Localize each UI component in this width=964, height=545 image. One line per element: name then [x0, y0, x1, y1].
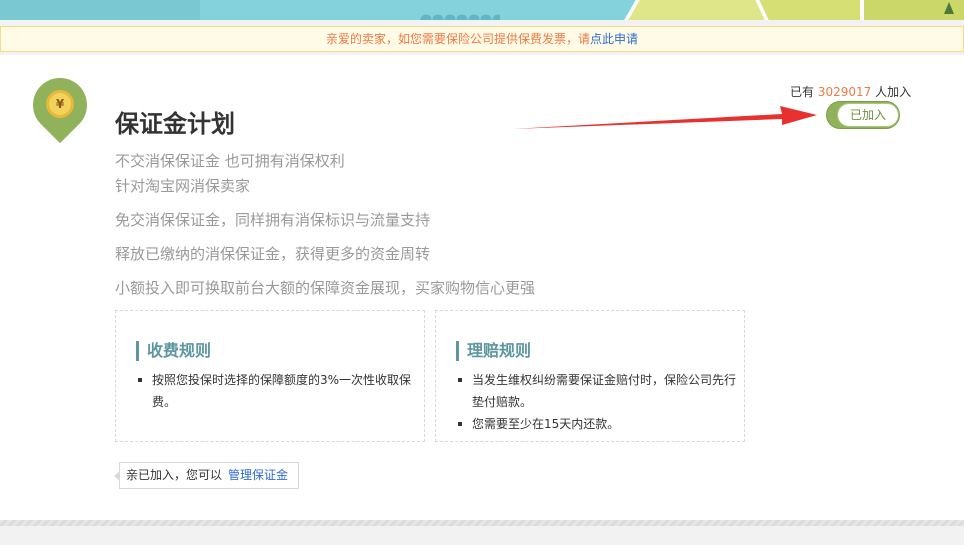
claim-rules-title: 理赔规则	[456, 341, 531, 361]
joined-prefix: 已有	[790, 85, 815, 99]
bottom-divider	[0, 520, 964, 526]
list-item: 按照您投保时选择的保障额度的3%一次性收取保费。	[136, 369, 416, 413]
plan-description-line: 不交消保保证金 也可拥有消保权利	[115, 152, 345, 170]
claim-rules-list: 当发生维权纠纷需要保证金赔付时，保险公司先行垫付赔款。 您需要至少在15天内还款…	[456, 369, 736, 435]
arrow-shape	[512, 106, 817, 129]
invoice-notice-bar: 亲爱的卖家，如您需要保险公司提供保费发票，请点此申请	[0, 26, 964, 52]
yuan-coin-icon: ¥	[46, 90, 74, 118]
plan-benefit-line: 小额投入即可换取前台大额的保障资金展现，买家购物信心更强	[115, 279, 536, 297]
top-banner-illustration	[0, 0, 964, 20]
joined-toggle[interactable]: 已加入	[826, 101, 900, 129]
manage-tip-text: 亲已加入，您可以	[126, 468, 223, 482]
invoice-notice-text: 亲爱的卖家，如您需要保险公司提供保费发票，请	[325, 32, 590, 46]
joined-count: 已有 3029017 人加入	[790, 83, 911, 100]
tree-icon	[944, 2, 954, 18]
manage-deposit-link[interactable]: 管理保证金	[228, 468, 288, 482]
plan-benefit-line: 释放已缴纳的消保保证金，获得更多的资金周转	[115, 245, 431, 263]
plan-description-line: 针对淘宝网消保卖家	[115, 177, 251, 195]
plan-benefit-line: 免交消保保证金，同样拥有消保标识与流量支持	[115, 211, 431, 229]
fee-rules-list: 按照您投保时选择的保障额度的3%一次性收取保费。	[136, 369, 416, 413]
claim-rules-box: 理赔规则 当发生维权纠纷需要保证金赔付时，保险公司先行垫付赔款。 您需要至少在1…	[435, 310, 745, 442]
deposit-plan-icon: ¥	[21, 66, 99, 144]
joined-toggle-label: 已加入	[837, 103, 899, 127]
page-title: 保证金计划	[115, 110, 235, 138]
joined-number: 3029017	[817, 85, 872, 99]
manage-deposit-tip: 亲已加入，您可以 管理保证金	[113, 462, 300, 489]
red-arrow-annotation	[512, 106, 817, 129]
fee-rules-title: 收费规则	[136, 341, 211, 361]
fee-rules-box: 收费规则 按照您投保时选择的保障额度的3%一次性收取保费。	[115, 310, 425, 442]
invoice-apply-link[interactable]: 点此申请	[590, 32, 638, 46]
list-item: 您需要至少在15天内还款。	[456, 413, 736, 435]
joined-suffix: 人加入	[875, 85, 912, 99]
list-item: 当发生维权纠纷需要保证金赔付时，保险公司先行垫付赔款。	[456, 369, 736, 413]
